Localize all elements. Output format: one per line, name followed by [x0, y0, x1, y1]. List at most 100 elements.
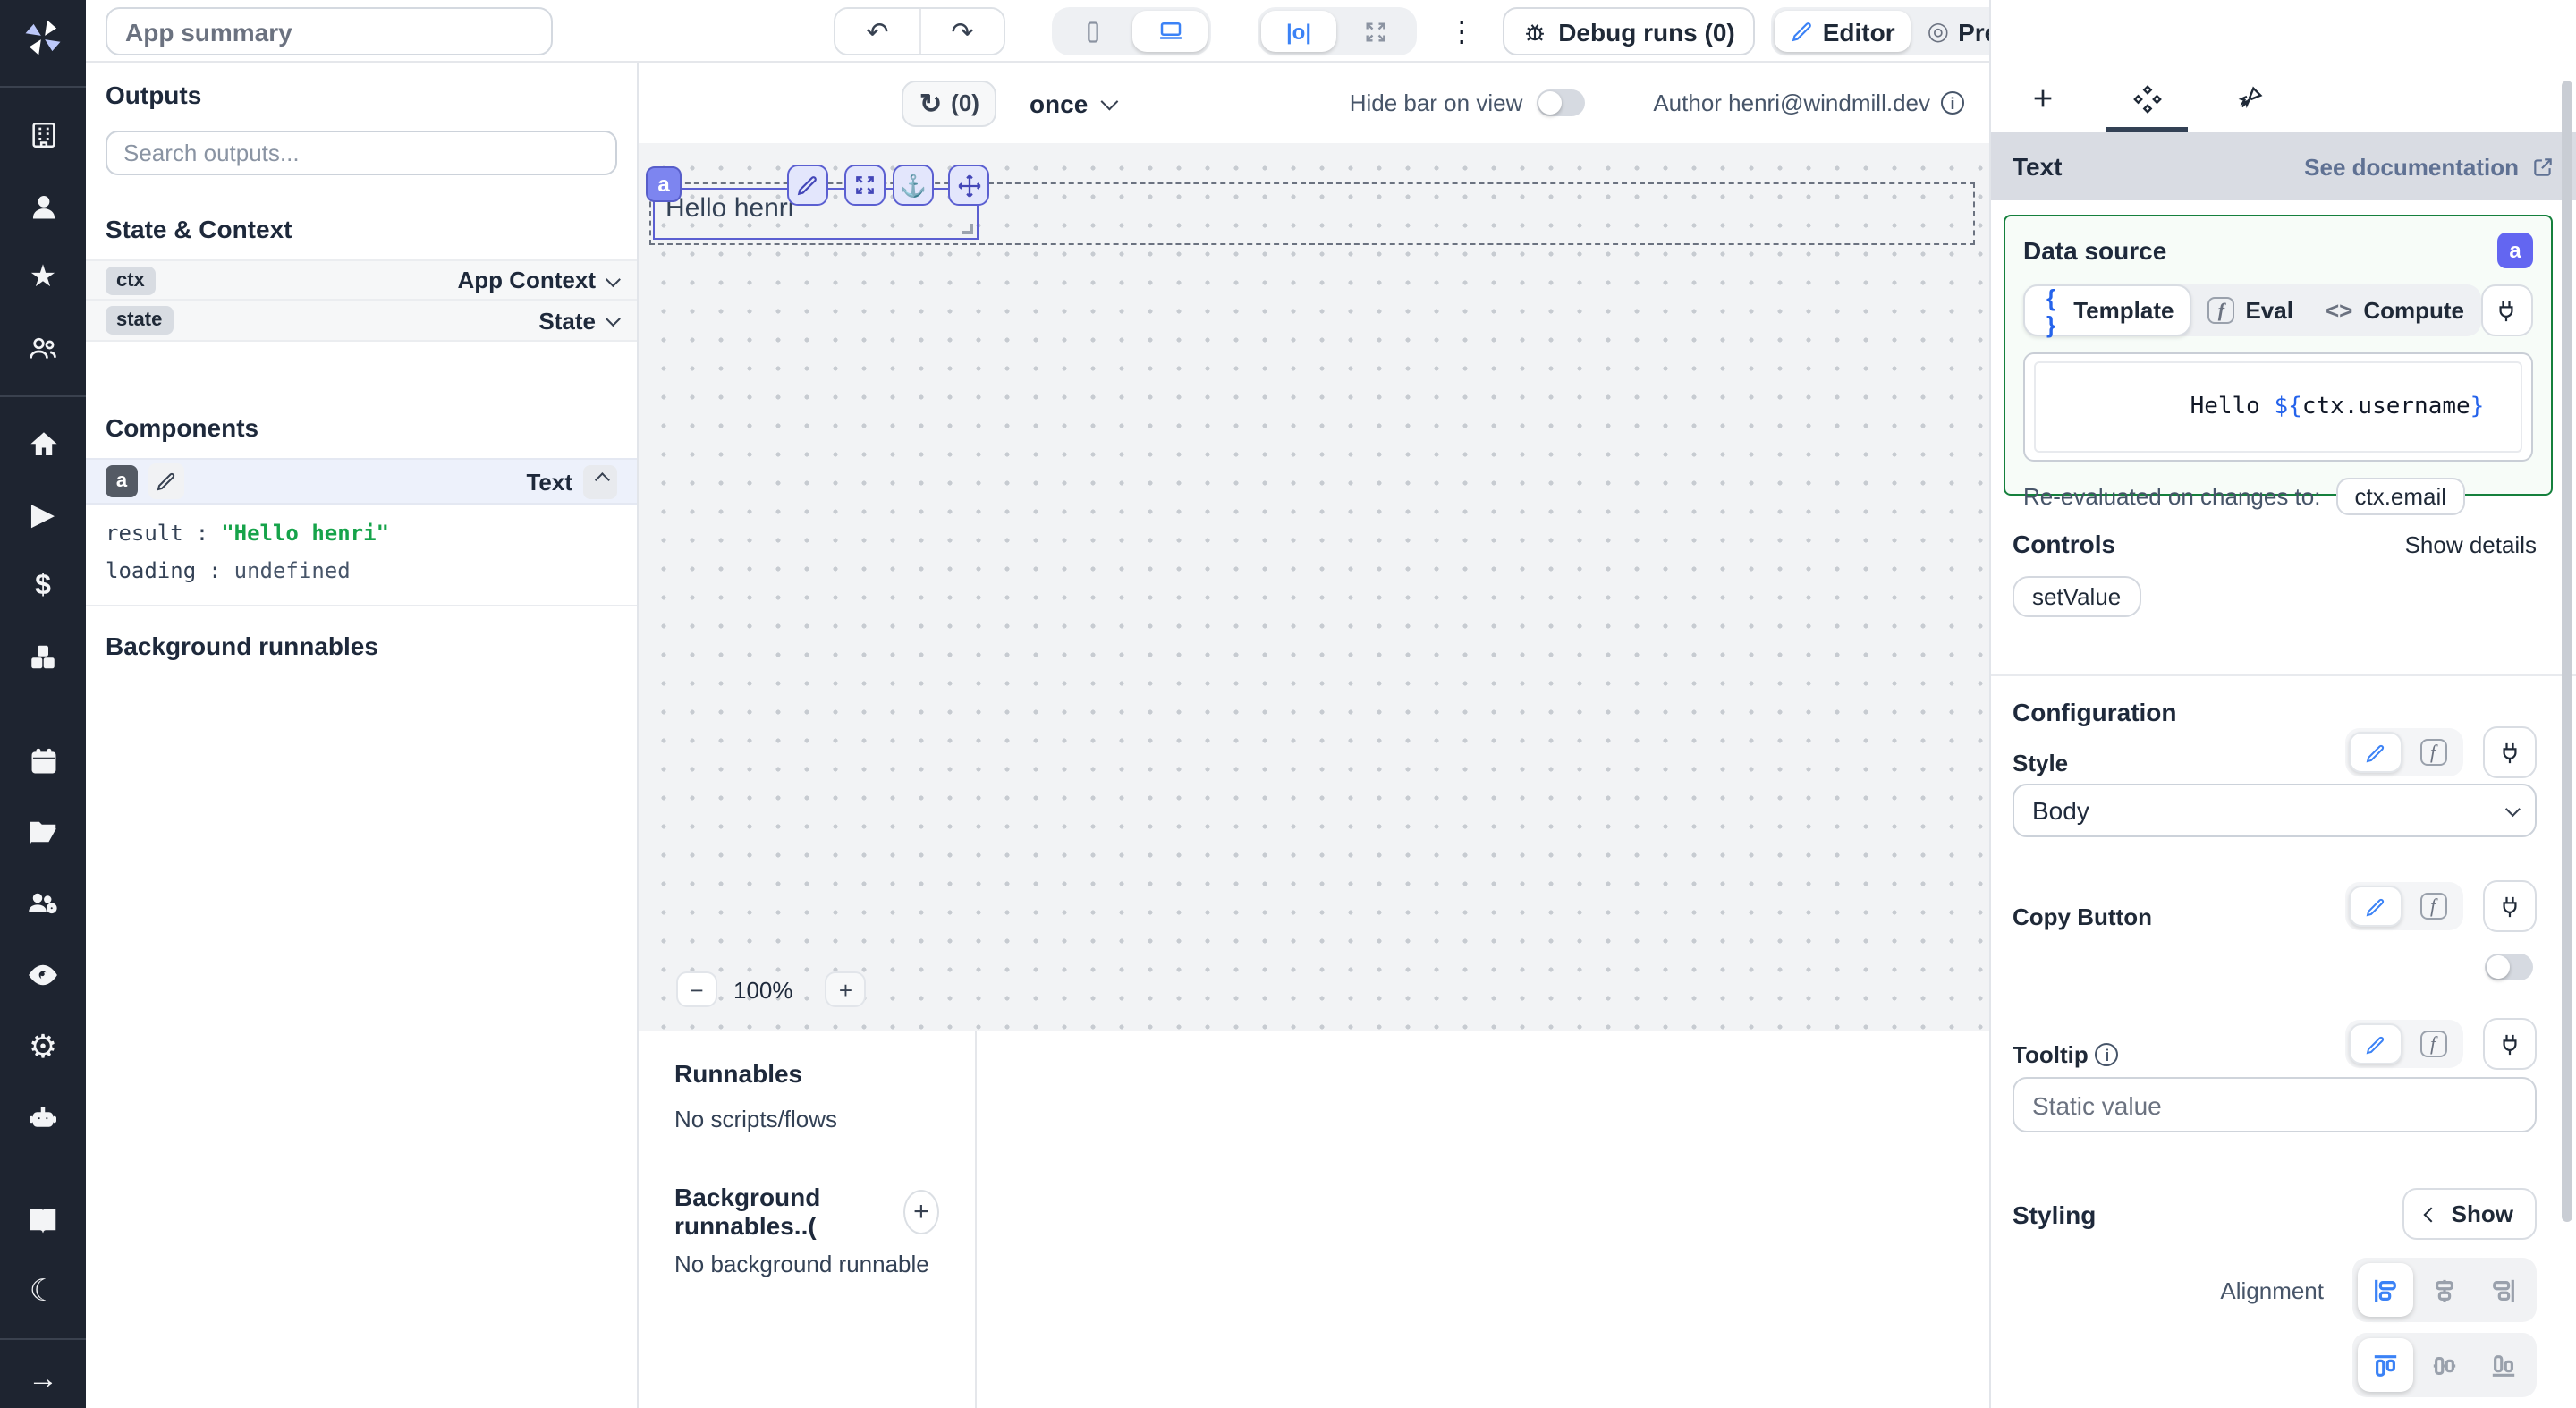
move-component-button[interactable] — [948, 165, 989, 206]
home-icon[interactable] — [0, 408, 86, 479]
component-settings-tab[interactable] — [2095, 64, 2199, 132]
see-documentation-link[interactable]: See documentation — [2304, 153, 2555, 180]
center-layout-button[interactable]: |o| — [1261, 11, 1336, 52]
add-background-runnable-button[interactable]: + — [903, 1189, 939, 1234]
author-info: Author henri@windmill.dev i — [1653, 89, 1964, 116]
hide-bar-toggle[interactable] — [1537, 89, 1585, 116]
plug-icon — [2497, 894, 2522, 919]
copy-button-editor-cluster: f — [2345, 880, 2537, 932]
refresh-button[interactable]: ↻ (0) — [902, 80, 997, 126]
editor-kind-toggle: f — [2345, 728, 2463, 776]
styling-show-button[interactable]: Show — [2403, 1188, 2537, 1240]
edit-component-button[interactable] — [787, 165, 828, 206]
eval-editor-button[interactable]: f — [2406, 732, 2460, 773]
loading-prop-row[interactable]: loading : undefined — [106, 558, 617, 583]
compute-mode-tab[interactable]: <> Compute — [2309, 284, 2480, 336]
horizontal-alignment-group — [2352, 1258, 2537, 1322]
more-menu-button[interactable]: ⋮ — [1436, 13, 1487, 49]
play-runs-icon[interactable]: ▶ — [0, 479, 86, 551]
setvalue-chip[interactable]: setValue — [2012, 576, 2140, 617]
align-center-vertical-button[interactable] — [2417, 1338, 2472, 1392]
show-details-link[interactable]: Show details — [2405, 530, 2537, 557]
main-sidebar: ★ ▶ $ ⚙ ☾ — [0, 0, 86, 1408]
connect-plug-button[interactable] — [2483, 880, 2537, 932]
static-editor-button[interactable] — [2349, 886, 2402, 927]
dollar-variables-icon[interactable]: $ — [0, 551, 86, 623]
arrow-glyph: → — [28, 1361, 58, 1397]
desktop-view-button[interactable] — [1132, 11, 1208, 52]
copy-button-toggle[interactable] — [2485, 954, 2533, 980]
ctx-email-chip[interactable]: ctx.email — [2336, 478, 2464, 515]
user-group-icon[interactable] — [0, 313, 86, 385]
outputs-panel: Outputs State & Context ctx App Context … — [86, 63, 639, 1408]
windmill-logo[interactable] — [0, 0, 86, 75]
search-outputs-input[interactable] — [106, 131, 617, 175]
function-icon: f — [2419, 739, 2446, 766]
robot-ai-icon[interactable] — [0, 1082, 86, 1154]
connect-plug-button[interactable] — [2483, 726, 2537, 778]
ctx-row[interactable]: ctx App Context — [86, 259, 637, 301]
refresh-mode-dropdown[interactable]: once — [1030, 89, 1114, 117]
prop-value: "Hello henri" — [221, 521, 389, 546]
zoom-out-button[interactable]: − — [676, 971, 717, 1007]
result-prop-row[interactable]: result : "Hello henri" — [106, 521, 617, 546]
css-editor-tab[interactable] — [2199, 64, 2302, 132]
template-code-editor[interactable]: Hello ${ctx.username} — [2023, 352, 2533, 462]
star-icon[interactable]: ★ — [0, 242, 86, 313]
gear-settings-icon[interactable]: ⚙ — [0, 1011, 86, 1082]
anchor-component-button[interactable]: ⚓ — [893, 165, 934, 206]
moon-dark-mode-icon[interactable]: ☾ — [0, 1256, 86, 1327]
component-type-header: Text See documentation — [1991, 132, 2576, 200]
align-right-button[interactable] — [2476, 1263, 2531, 1317]
align-bottom-button[interactable] — [2476, 1338, 2531, 1392]
panel-scrollbar[interactable] — [2562, 81, 2572, 1222]
rename-component-button[interactable] — [148, 463, 184, 499]
resize-handle[interactable] — [962, 224, 973, 234]
info-icon[interactable]: i — [2096, 1043, 2119, 1066]
tooltip-static-value-input[interactable] — [2012, 1077, 2537, 1132]
align-center-horizontal-button[interactable] — [2417, 1263, 2472, 1317]
connect-input-button[interactable] — [2480, 284, 2533, 336]
info-icon[interactable]: i — [1941, 91, 1964, 115]
moon-glyph: ☾ — [30, 1274, 57, 1310]
editor-tab[interactable]: Editor — [1775, 11, 1911, 52]
collapse-arrow-icon[interactable]: → — [0, 1351, 86, 1408]
align-left-button[interactable] — [2358, 1263, 2413, 1317]
component-list-item-a[interactable]: a Text — [86, 458, 637, 505]
redo-button[interactable]: ↷ — [919, 9, 1004, 54]
eval-editor-button[interactable]: f — [2406, 1023, 2460, 1064]
connect-plug-button[interactable] — [2483, 1018, 2537, 1070]
book-docs-icon[interactable] — [0, 1184, 86, 1256]
template-mode-tab[interactable]: { } Template — [2023, 284, 2191, 336]
mobile-view-button[interactable] — [1055, 11, 1131, 52]
folder-icon[interactable] — [0, 796, 86, 868]
eye-audit-icon[interactable] — [0, 939, 86, 1011]
eval-mode-tab[interactable]: f Eval — [2191, 284, 2309, 336]
group-admin-icon[interactable] — [0, 868, 86, 939]
app-summary-input[interactable] — [106, 7, 553, 55]
workspace-building-icon[interactable] — [0, 98, 86, 170]
expand-component-button[interactable] — [844, 165, 886, 206]
static-editor-button[interactable] — [2349, 732, 2402, 773]
state-row[interactable]: state State — [86, 301, 637, 342]
style-select[interactable]: Body — [2012, 784, 2537, 837]
component-id-tag[interactable]: a — [646, 166, 682, 202]
undo-button[interactable]: ↶ — [835, 9, 919, 54]
component-type-label: Text — [526, 468, 572, 495]
fullwidth-layout-button[interactable] — [1338, 11, 1413, 52]
align-top-button[interactable] — [2358, 1338, 2413, 1392]
plus-icon: + — [839, 976, 852, 1003]
zoom-in-button[interactable]: + — [826, 971, 867, 1007]
cubes-resources-icon[interactable] — [0, 623, 86, 694]
eval-editor-button[interactable]: f — [2406, 886, 2460, 927]
insert-component-tab[interactable] — [1991, 64, 2095, 132]
calendar-schedules-icon[interactable] — [0, 725, 86, 796]
debug-runs-button[interactable]: Debug runs (0) — [1503, 7, 1755, 55]
user-icon[interactable] — [0, 170, 86, 242]
pencil-icon — [2365, 1033, 2386, 1055]
collapse-component-button[interactable] — [583, 464, 617, 498]
app-canvas[interactable]: Hello henri a ⚓ − 100% + — [639, 143, 1989, 1031]
styling-show-label: Show — [2452, 1200, 2513, 1227]
tooltip-setting-row: Tooltip i f — [2012, 1020, 2537, 1068]
static-editor-button[interactable] — [2349, 1023, 2402, 1064]
